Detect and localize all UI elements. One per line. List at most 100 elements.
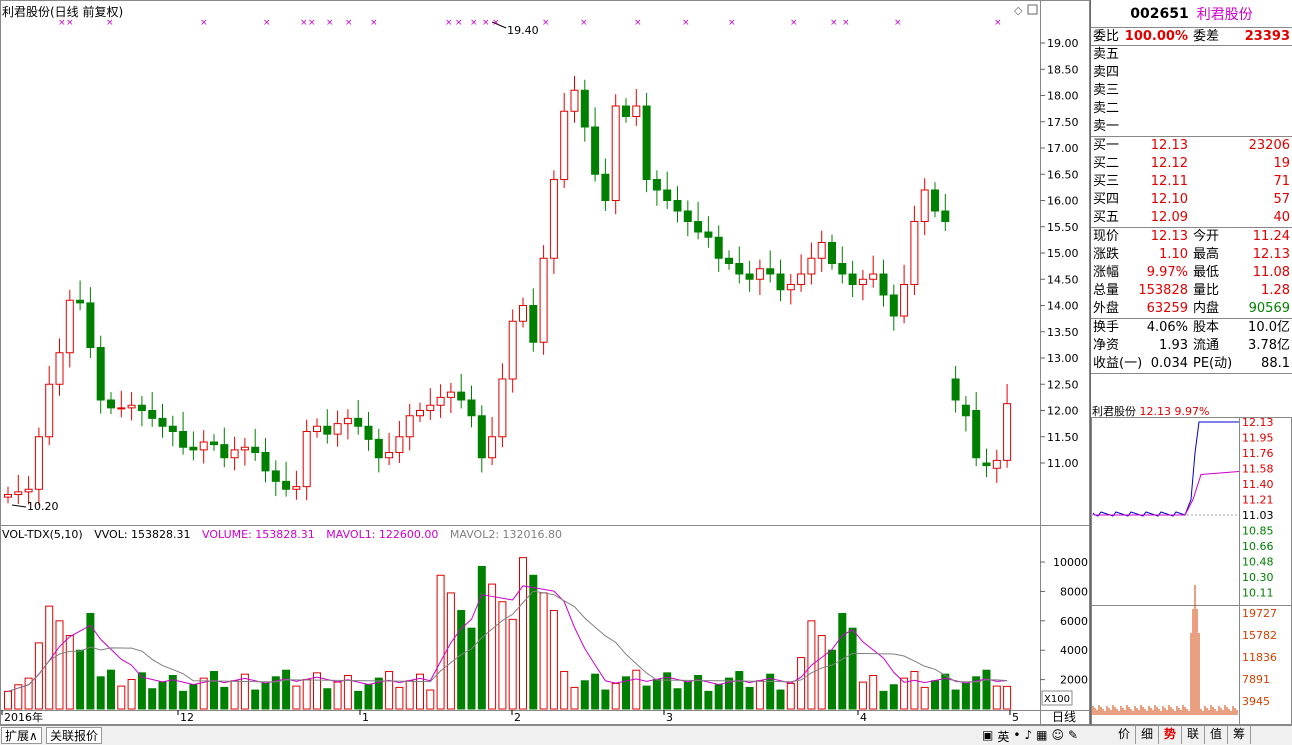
volume-bar-up — [992, 685, 1001, 710]
main-chart[interactable]: 19.00 18.50 18.00 17.50 17.00 16.50 16.00 15.50… — [0, 0, 1090, 745]
intraday-mini-chart[interactable]: 12.13 11.95 11.76 11.58 11.40 11.21 11.03 10.85… — [1091, 417, 1292, 725]
buy-row-v1: 12.12 — [1150, 156, 1188, 171]
stat-row-v2: 1.28 — [1261, 283, 1290, 298]
vol-unit-label: X100 — [1044, 694, 1070, 705]
candle-down — [931, 189, 939, 212]
candle-up — [343, 417, 352, 425]
candle-down — [951, 378, 960, 401]
volume-indicator-title: VOL-TDX(5,10) VVOL: 153828.31 VOLUME: 15… — [2, 528, 570, 541]
event-marker: × — [263, 18, 271, 28]
quote-header: 002651 利君股份 — [1091, 0, 1292, 28]
mini-price-label: 11.40 — [1242, 478, 1274, 491]
date-axis-label: 2 — [514, 711, 521, 724]
candle-up — [498, 378, 507, 438]
volume-bar-up — [632, 669, 641, 710]
event-marker: × — [326, 18, 334, 28]
fund-row: 收益(一) 0.034 PE(动) 88.1 — [1091, 355, 1292, 373]
kline-chart-svg[interactable]: 19.00 18.50 18.00 17.50 17.00 16.50 16.00 15.50… — [0, 0, 1090, 745]
candle-down — [652, 179, 661, 191]
volume-bar-down — [982, 669, 991, 710]
volume-bar-up — [869, 674, 878, 710]
candle-up — [786, 284, 795, 291]
sidebar-tab-trend[interactable]: 势 — [1159, 725, 1182, 744]
stat-row-v2: 11.08 — [1252, 265, 1290, 280]
vol-axis-label: 10000 — [1053, 556, 1088, 569]
keyboard-icon[interactable]: ▣ — [982, 728, 993, 745]
buy-row-v1: 12.13 — [1150, 138, 1188, 153]
candle-down — [601, 173, 610, 201]
volume-bar-down — [951, 689, 960, 710]
price-axis-label: 18.00 — [1047, 90, 1079, 103]
mavol1-value: MAVOL1: 122600.00 — [326, 528, 439, 541]
volume-bar-down — [879, 690, 888, 710]
candle-down — [457, 391, 466, 401]
sidebar-tab-detail[interactable]: 细 — [1136, 725, 1159, 744]
volume-bar-up — [302, 678, 311, 710]
candle-up — [549, 179, 558, 259]
event-marker: × — [300, 18, 308, 28]
volume-bar-down — [745, 686, 754, 710]
sidebar-tab-price[interactable]: 价 — [1113, 725, 1136, 744]
volume-bar-down — [652, 678, 661, 710]
candle-down — [374, 438, 383, 459]
price-axis-label: 14.00 — [1047, 300, 1079, 313]
sidebar-tab-chips[interactable]: 筹 — [1228, 725, 1251, 744]
candle-down — [735, 263, 744, 275]
price-stats: 现价 12.13 今开 11.24 涨跌 1.10 最高 12.13 涨幅 9.97% 最低 11.0… — [1091, 228, 1292, 319]
event-marker: × — [728, 18, 736, 28]
volume-bar-up — [498, 601, 507, 710]
candle-down — [591, 126, 600, 175]
candle-up — [900, 284, 909, 317]
candle-up — [405, 415, 414, 438]
mini-vol-label: 11836 — [1242, 651, 1277, 664]
volume-bar-up — [549, 610, 558, 710]
bell-icon[interactable]: ♪ — [1024, 728, 1032, 745]
candle-up — [570, 89, 579, 112]
volume-bar-up — [333, 681, 342, 710]
mini-price-label: 11.21 — [1242, 494, 1274, 507]
volume-bar-up — [755, 680, 764, 710]
event-marker: × — [682, 18, 690, 28]
volume-bar-up — [127, 678, 136, 710]
buy-row-v2: 57 — [1273, 192, 1290, 207]
volume-bar-up — [858, 681, 867, 710]
price-axis-label: 11.00 — [1047, 457, 1079, 470]
toolbar-icons: ▣ 英 • ♪ ▦ ☺ ✎ — [982, 728, 1078, 745]
sell-row: 卖二 — [1091, 100, 1292, 118]
expand-tab[interactable]: 扩展∧ — [1, 727, 42, 744]
stat-row-l2: 量比 — [1193, 283, 1220, 298]
sell-row: 卖三 — [1091, 82, 1292, 100]
volume-bars-group — [4, 557, 1012, 710]
stat-row-v1: 153828 — [1138, 283, 1188, 298]
candle-down — [354, 417, 363, 427]
mavol1-line — [7, 585, 1008, 692]
volume-bar-down — [282, 669, 291, 710]
candle-down — [477, 415, 486, 459]
volume-bar-down — [931, 680, 939, 710]
sidebar-tab-value[interactable]: 值 — [1205, 725, 1228, 744]
stat-row-l1: 总量 — [1093, 283, 1120, 298]
candle-up — [426, 404, 435, 411]
candle-down — [148, 410, 157, 419]
event-marker: × — [580, 18, 588, 28]
stat-row: 总量 153828 量比 1.28 — [1091, 282, 1292, 300]
font-icon[interactable]: 英 — [997, 728, 1009, 745]
buy-row-l1: 买二 — [1093, 156, 1120, 171]
volume-bar-down — [663, 672, 672, 710]
candle-up — [65, 299, 74, 354]
candle-up — [1003, 403, 1012, 461]
related-quote-tab[interactable]: 关联报价 — [46, 727, 103, 744]
settings-icon[interactable]: • — [1013, 728, 1020, 745]
price-axis-label: 13.00 — [1047, 352, 1079, 365]
keypad-icon[interactable]: ▦ — [1036, 728, 1047, 745]
volume-bar-down — [580, 680, 589, 710]
wrench-icon[interactable]: ✎ — [1068, 728, 1078, 745]
mavol2-value: MAVOL2: 132016.80 — [449, 528, 563, 541]
sidebar-tab-related[interactable]: 联 — [1182, 725, 1205, 744]
candle-up — [488, 436, 497, 459]
person-icon[interactable]: ☺ — [1051, 728, 1064, 745]
candle-down — [828, 242, 836, 264]
stat-row-l1: 现价 — [1093, 229, 1120, 244]
mini-price-label: 12.13 — [1242, 417, 1274, 429]
volume-bar-up — [65, 635, 74, 710]
